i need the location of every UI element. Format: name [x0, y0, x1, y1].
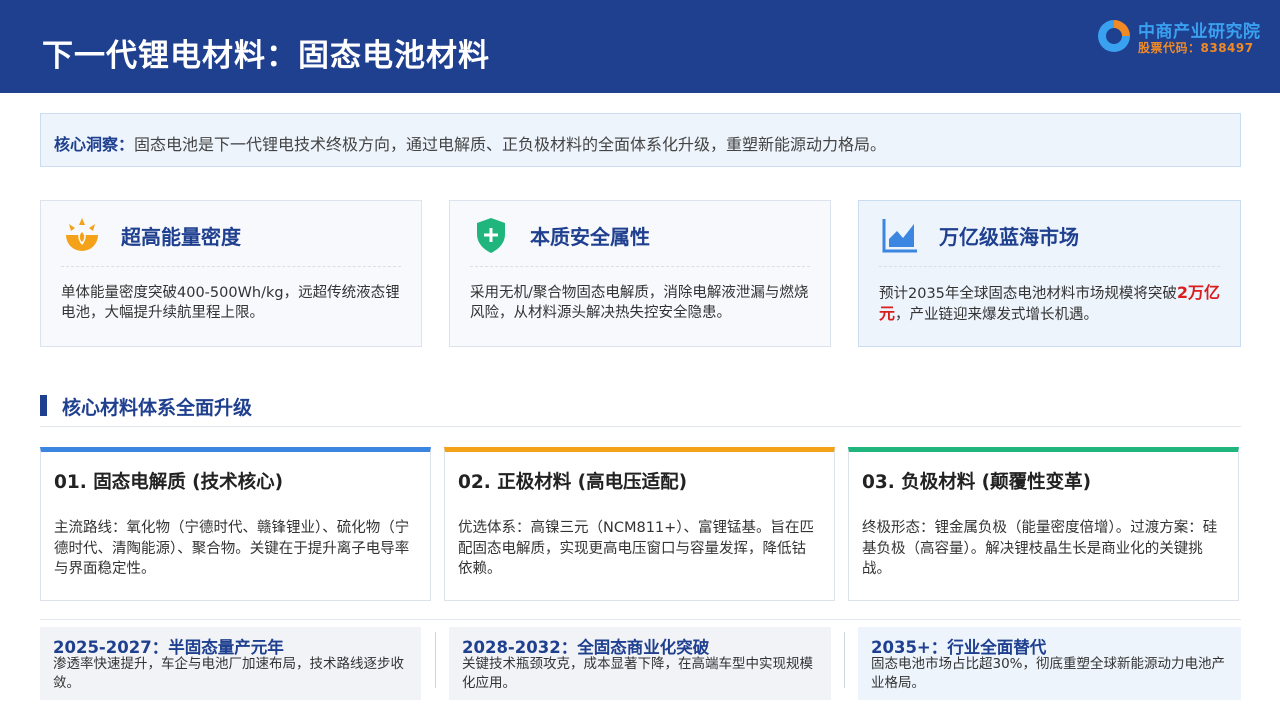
material-title: 03. 负极材料 (颠覆性变革) [862, 472, 1092, 493]
divider [40, 619, 1241, 620]
feature-title: 万亿级蓝海市场 [939, 225, 1079, 249]
logo-mark-icon [1098, 20, 1130, 52]
insight-text: 固态电池是下一代锂电技术终极方向，通过电解质、正负极材料的全面体系化升级，重塑新… [134, 135, 887, 154]
material-title: 02. 正极材料 (高电压适配) [458, 472, 688, 493]
feature-description: 预计2035年全球固态电池材料市场规模将突破2万亿元，产业链迎来爆发式增长机遇。 [879, 283, 1221, 323]
shield-plus-icon [477, 218, 505, 253]
timeline-description: 关键技术瓶颈攻克，成本显著下降，在高端车型中实现规模化应用。 [462, 656, 813, 691]
divider [879, 266, 1220, 267]
timeline-stage-2025: 2025-2027：半固态量产元年 渗透率快速提升，车企与电池厂加速布局，技术路… [40, 627, 421, 700]
timeline-stage-2028: 2028-2032：全固态商业化突破 关键技术瓶颈攻克，成本显著下降，在高端车型… [449, 627, 831, 700]
divider [61, 266, 401, 267]
divider [40, 426, 1241, 427]
timeline-description: 固态电池市场占比超30%，彻底重塑全球新能源动力电池产业格局。 [871, 656, 1226, 691]
core-insight-box: 核心洞察：固态电池是下一代锂电技术终极方向，通过电解质、正负极材料的全面体系化升… [40, 113, 1241, 167]
page-title: 下一代锂电材料：固态电池材料 [42, 38, 490, 74]
timeline-description: 渗透率快速提升，车企与电池厂加速布局，技术路线逐步收敛。 [53, 656, 404, 691]
material-card-electrolyte: 01. 固态电解质 (技术核心) 主流路线：氧化物（宁德时代、赣锋锂业）、硫化物… [40, 447, 431, 601]
material-card-cathode: 02. 正极材料 (高电压适配) 优选体系：高镍三元（NCM811+）、富锂锰基… [444, 447, 835, 601]
material-card-anode: 03. 负极材料 (颠覆性变革) 终极形态：锂金属负极（能量密度倍增）。过渡方案… [848, 447, 1239, 601]
divider [435, 632, 436, 688]
section-title: 核心材料体系全面升级 [62, 397, 253, 419]
area-chart-icon [882, 219, 917, 253]
material-description: 主流路线：氧化物（宁德时代、赣锋锂业）、硫化物（宁德时代、清陶能源）、聚合物。关… [54, 520, 410, 577]
feature-description: 采用无机/聚合物固态电解质，消除电解液泄漏与燃烧风险，从材料源头解决热失控安全隐… [470, 285, 809, 321]
company-logo: 中商产业研究院 股票代码：838497 [1096, 17, 1280, 57]
stock-code: 股票代码：838497 [1138, 41, 1254, 55]
header-banner: 下一代锂电材料：固态电池材料 中商产业研究院 股票代码：838497 [0, 0, 1280, 93]
feature-card-energy-density: 超高能量密度 单体能量密度突破400-500Wh/kg，远超传统液态锂电池，大幅… [40, 200, 422, 347]
feature-description: 单体能量密度突破400-500Wh/kg，远超传统液态锂电池，大幅提升续航里程上… [61, 285, 400, 321]
timeline-stage-2035: 2035+：行业全面替代 固态电池市场占比超30%，彻底重塑全球新能源动力电池产… [858, 627, 1241, 700]
material-title: 01. 固态电解质 (技术核心) [54, 472, 284, 493]
divider [844, 632, 845, 688]
feature-title: 超高能量密度 [121, 225, 241, 249]
feature-card-safety: 本质安全属性 采用无机/聚合物固态电解质，消除电解液泄漏与燃烧风险，从材料源头解… [449, 200, 831, 347]
feature-card-market: 万亿级蓝海市场 预计2035年全球固态电池材料市场规模将突破2万亿元，产业链迎来… [858, 200, 1241, 347]
divider [470, 266, 810, 267]
material-description: 终极形态：锂金属负极（能量密度倍增）。过渡方案：硅基负极（高容量）。解决锂枝晶生… [862, 520, 1218, 577]
sunrise-icon [66, 218, 98, 251]
insight-label: 核心洞察： [54, 135, 135, 154]
section-accent-bar [40, 395, 47, 416]
material-description: 优选体系：高镍三元（NCM811+）、富锂锰基。旨在匹配固态电解质，实现更高电压… [458, 520, 815, 577]
feature-title: 本质安全属性 [530, 225, 650, 249]
